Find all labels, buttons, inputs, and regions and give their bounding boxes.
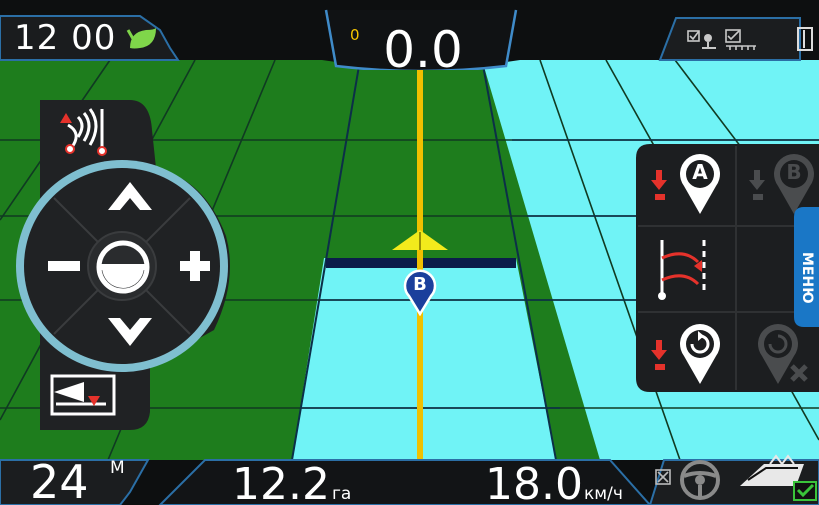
area-value: 12.2: [232, 459, 330, 505]
swath-settings-button[interactable]: [48, 372, 118, 418]
guidance-screen: B 12 00 0 0.0 24 М 12.2 га 18.0 км/ч A B…: [0, 0, 819, 505]
exit-button[interactable]: [796, 26, 814, 52]
implement-status-button[interactable]: [734, 454, 819, 502]
set-b-point-label: B: [786, 160, 802, 184]
b-point-marker-label: B: [413, 274, 427, 295]
clock: 12 00: [14, 18, 117, 58]
recenter-button[interactable]: [92, 236, 154, 298]
speed-unit: км/ч: [584, 484, 623, 504]
set-a-plus-button[interactable]: [640, 318, 736, 390]
nudge-down-button[interactable]: [100, 310, 160, 356]
eco-leaf-icon: [126, 28, 156, 49]
nudge-left-button[interactable]: [38, 245, 90, 287]
cross-track-display: 0 0.0: [330, 14, 516, 78]
speed-value: 18.0: [485, 459, 583, 505]
area-unit: га: [332, 484, 352, 504]
nudge-line-button[interactable]: [52, 103, 114, 157]
cancel-line-button[interactable]: [738, 318, 819, 390]
cross-track-error-value: 0.0: [383, 21, 463, 79]
swath-width-value: 24: [30, 455, 89, 505]
set-a-point-label: A: [692, 160, 708, 184]
set-a-point-button[interactable]: [640, 148, 736, 220]
swath-width-unit: М: [110, 458, 125, 478]
section-status-icon[interactable]: [686, 28, 760, 52]
menu-label[interactable]: МЕНЮ: [799, 252, 815, 304]
nudge-up-button[interactable]: [100, 170, 160, 216]
steering-wheel-icon[interactable]: [676, 458, 724, 502]
shift-line-button[interactable]: [640, 232, 736, 304]
autosteer-off-icon: [655, 469, 671, 485]
nudge-right-button[interactable]: [168, 244, 220, 288]
